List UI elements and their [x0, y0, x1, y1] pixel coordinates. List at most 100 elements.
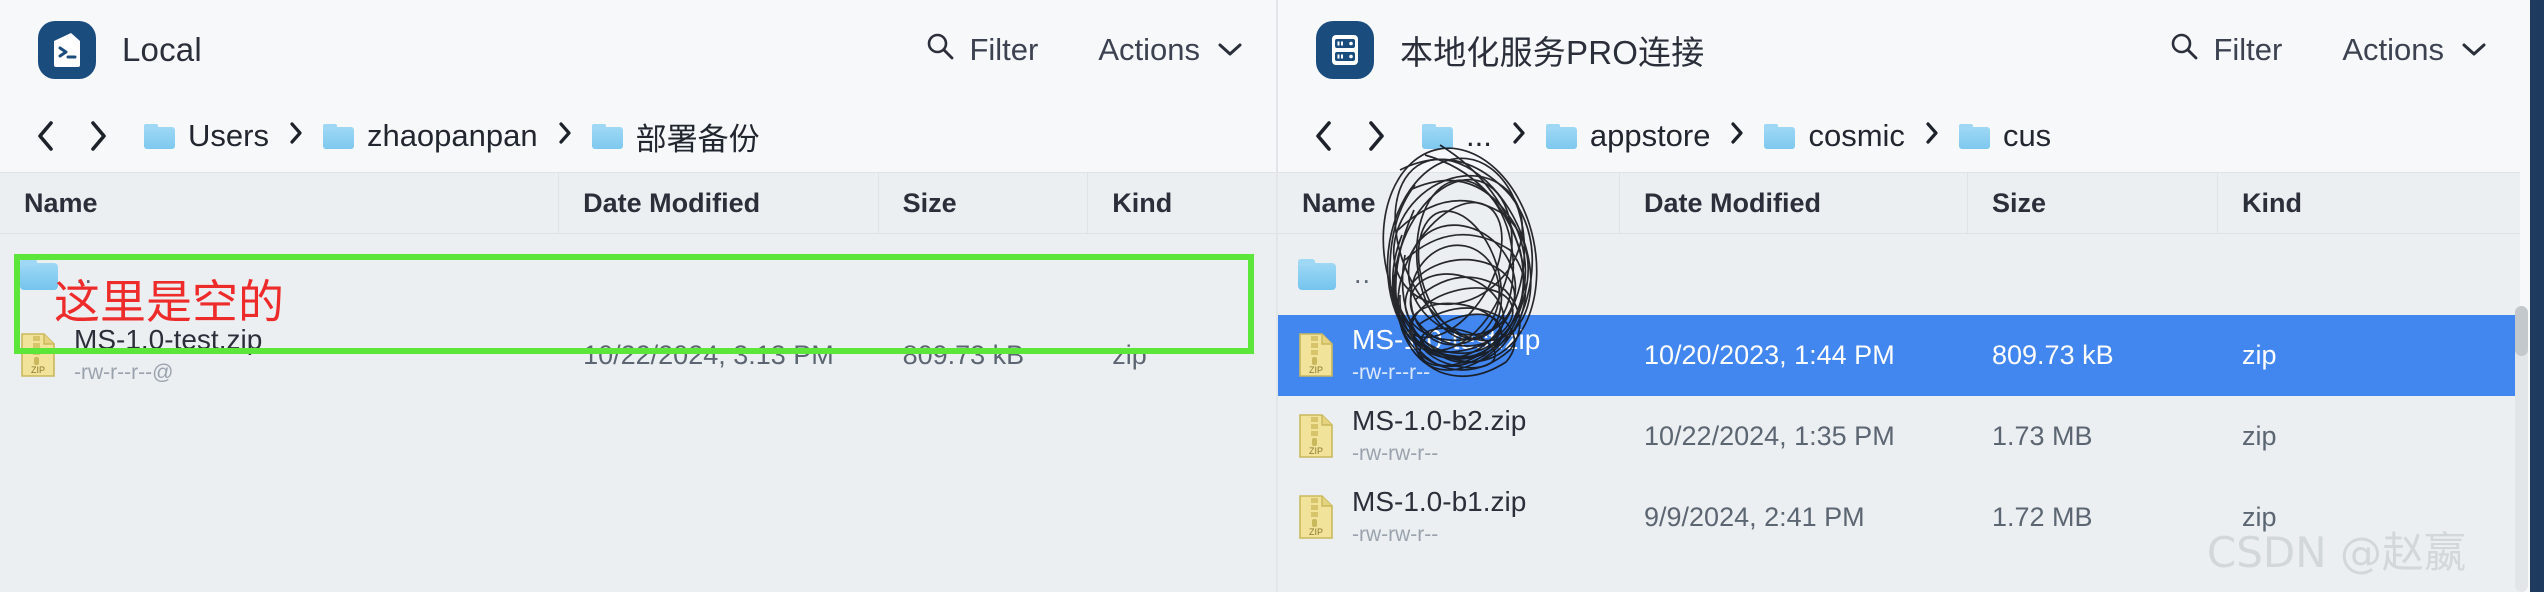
right-titlebar: 本地化服务PRO连接 Filter Actions	[1278, 0, 2520, 100]
right-row3-name: MS-1.0-b1.zip	[1352, 486, 1527, 518]
left-row1-size: 809.73 kB	[902, 340, 1025, 370]
search-icon	[925, 31, 955, 69]
right-row2-permissions: -rw-rw-r--	[1352, 442, 1439, 466]
right-breadcrumb-item-0[interactable]: ...	[1422, 118, 1492, 154]
left-column-kind[interactable]: Kind	[1088, 172, 1276, 234]
right-column-kind[interactable]: Kind	[2218, 172, 2520, 234]
scrollbar-thumb[interactable]	[2515, 306, 2528, 356]
right-row2-name: MS-1.0-b2.zip	[1352, 405, 1527, 437]
search-icon	[2169, 31, 2199, 69]
left-breadcrumb-item-0[interactable]: Users	[144, 118, 269, 154]
right-row1-name: MS-1.0-test.zip	[1352, 324, 1541, 356]
right-row3-kind: zip	[2242, 502, 2277, 532]
left-breadcrumb-label-1: zhaopanpan	[366, 118, 538, 153]
left-filter-button[interactable]: Filter	[925, 31, 1038, 69]
left-breadcrumb-label-0: Users	[188, 118, 269, 153]
folder-icon	[591, 123, 623, 149]
right-breadcrumb-label-2: cosmic	[1808, 118, 1905, 153]
zip-file-icon: ZIP	[1298, 413, 1334, 459]
right-row1-kind: zip	[2242, 340, 2277, 370]
right-column-header: Name Date Modified Size Kind	[1278, 172, 2520, 234]
vertical-scrollbar[interactable]	[2515, 306, 2528, 592]
table-row[interactable]: ..	[0, 234, 1276, 315]
folder-icon	[1422, 123, 1453, 149]
right-row3-name-cell: ZIP MS-1.0-b1.zip -rw-rw-r--	[1278, 477, 1620, 558]
left-column-date[interactable]: Date Modified	[559, 172, 879, 234]
left-actions-button[interactable]: Actions	[1098, 32, 1242, 68]
right-row3-date: 9/9/2024, 2:41 PM	[1644, 502, 1865, 532]
folder-icon	[322, 123, 354, 149]
table-row[interactable]: ZIP MS-1.0-b2.zip -rw-rw-r-- 10/22/2024,…	[1278, 396, 2520, 477]
left-breadcrumb-bar: Users zhaopanpan 部署备份	[0, 100, 1276, 172]
right-column-date[interactable]: Date Modified	[1620, 172, 1968, 234]
folder-icon	[1958, 123, 1990, 149]
left-row1-date: 10/22/2024, 3:13 PM	[583, 340, 834, 370]
right-row2-size: 1.73 MB	[1992, 421, 2093, 451]
folder-icon	[1298, 259, 1336, 290]
breadcrumb-separator	[557, 121, 573, 152]
right-row0-name-cell: ..	[1278, 234, 1620, 315]
table-row[interactable]: ..	[1278, 234, 2520, 315]
table-row[interactable]: ZIP MS-1.0-test.zip -rw-r--r--@ 10/22/20…	[0, 315, 1276, 396]
right-breadcrumb-item-2[interactable]: cosmic	[1764, 118, 1905, 154]
right-row1-date: 10/20/2023, 1:44 PM	[1644, 340, 1895, 370]
folder-icon	[1764, 123, 1796, 149]
zip-file-icon: ZIP	[1298, 332, 1334, 378]
folder-icon	[144, 123, 175, 149]
left-column-header: Name Date Modified Size Kind	[0, 172, 1276, 234]
left-titlebar: Local Filter Actions	[0, 0, 1276, 100]
left-row0-kind	[1088, 234, 1276, 315]
left-file-list: .. ZIP MS-1.0-test.zip -rw-r--r--@ 10/22…	[0, 234, 1276, 592]
left-column-size[interactable]: Size	[879, 172, 1089, 234]
server-icon	[1316, 21, 1374, 79]
right-row3-size: 1.72 MB	[1992, 502, 2093, 532]
left-breadcrumb-item-1[interactable]: zhaopanpan	[322, 118, 538, 154]
right-actions-label: Actions	[2342, 32, 2444, 67]
left-row1-name: MS-1.0-test.zip	[74, 324, 263, 356]
left-nav-back-button[interactable]	[20, 110, 72, 162]
left-column-name[interactable]: Name	[0, 172, 560, 234]
left-breadcrumb-item-2[interactable]: 部署备份	[591, 114, 760, 159]
right-nav-forward-button[interactable]	[1350, 110, 1402, 162]
table-row[interactable]: ZIP MS-1.0-b1.zip -rw-rw-r-- 9/9/2024, 2…	[1278, 477, 2520, 558]
right-filter-label: Filter	[2213, 32, 2283, 67]
dual-pane-file-manager: Local Filter Actions Users zhaopanpan 部署…	[0, 0, 2544, 592]
right-actions-button[interactable]: Actions	[2342, 32, 2486, 68]
breadcrumb-separator	[1924, 121, 1940, 152]
svg-text:ZIP: ZIP	[1309, 527, 1323, 537]
left-nav-forward-button[interactable]	[72, 110, 124, 162]
right-row1-name-cell: ZIP MS-1.0-test.zip -rw-r--r--	[1278, 315, 1620, 396]
svg-text:ZIP: ZIP	[31, 365, 45, 375]
zip-file-icon: ZIP	[20, 332, 56, 378]
left-filter-label: Filter	[969, 32, 1039, 67]
svg-text:ZIP: ZIP	[1309, 446, 1323, 456]
right-breadcrumb-item-3[interactable]: cus	[1958, 118, 2052, 154]
zip-file-icon: ZIP	[1298, 494, 1334, 540]
table-row[interactable]: ZIP MS-1.0-test.zip -rw-r--r-- 10/20/202…	[1278, 315, 2520, 396]
right-breadcrumb-label-1: appstore	[1589, 118, 1711, 153]
folder-icon	[20, 259, 58, 290]
right-panel-title: 本地化服务PRO连接	[1400, 34, 1705, 71]
right-breadcrumb-label-3: cus	[2002, 118, 2052, 153]
right-row1-permissions: -rw-r--r--	[1352, 361, 1431, 385]
right-nav-back-button[interactable]	[1298, 110, 1350, 162]
right-file-panel: 本地化服务PRO连接 Filter Actions ... appstore c…	[1278, 0, 2520, 592]
left-row0-date	[559, 234, 879, 315]
breadcrumb-separator	[1511, 121, 1527, 152]
terminal-icon	[38, 21, 96, 79]
right-column-name[interactable]: Name	[1278, 172, 1620, 234]
chevron-down-icon	[2462, 37, 2486, 63]
left-breadcrumb: Users zhaopanpan 部署备份	[144, 114, 760, 159]
right-column-size[interactable]: Size	[1968, 172, 2218, 234]
left-row1-name-cell: ZIP MS-1.0-test.zip -rw-r--r--@	[0, 315, 559, 396]
right-breadcrumb-bar: ... appstore cosmic cus	[1278, 100, 2520, 172]
right-breadcrumb-item-1[interactable]: appstore	[1545, 118, 1711, 154]
folder-icon	[1545, 123, 1577, 149]
right-row0-size	[1968, 234, 2218, 315]
breadcrumb-separator	[288, 121, 304, 152]
right-row0-name: ..	[1354, 259, 1372, 289]
right-row1-size: 809.73 kB	[1992, 340, 2114, 370]
left-row0-name-cell: ..	[0, 234, 559, 315]
left-row1-kind: zip	[1112, 340, 1147, 370]
right-filter-button[interactable]: Filter	[2169, 31, 2282, 69]
